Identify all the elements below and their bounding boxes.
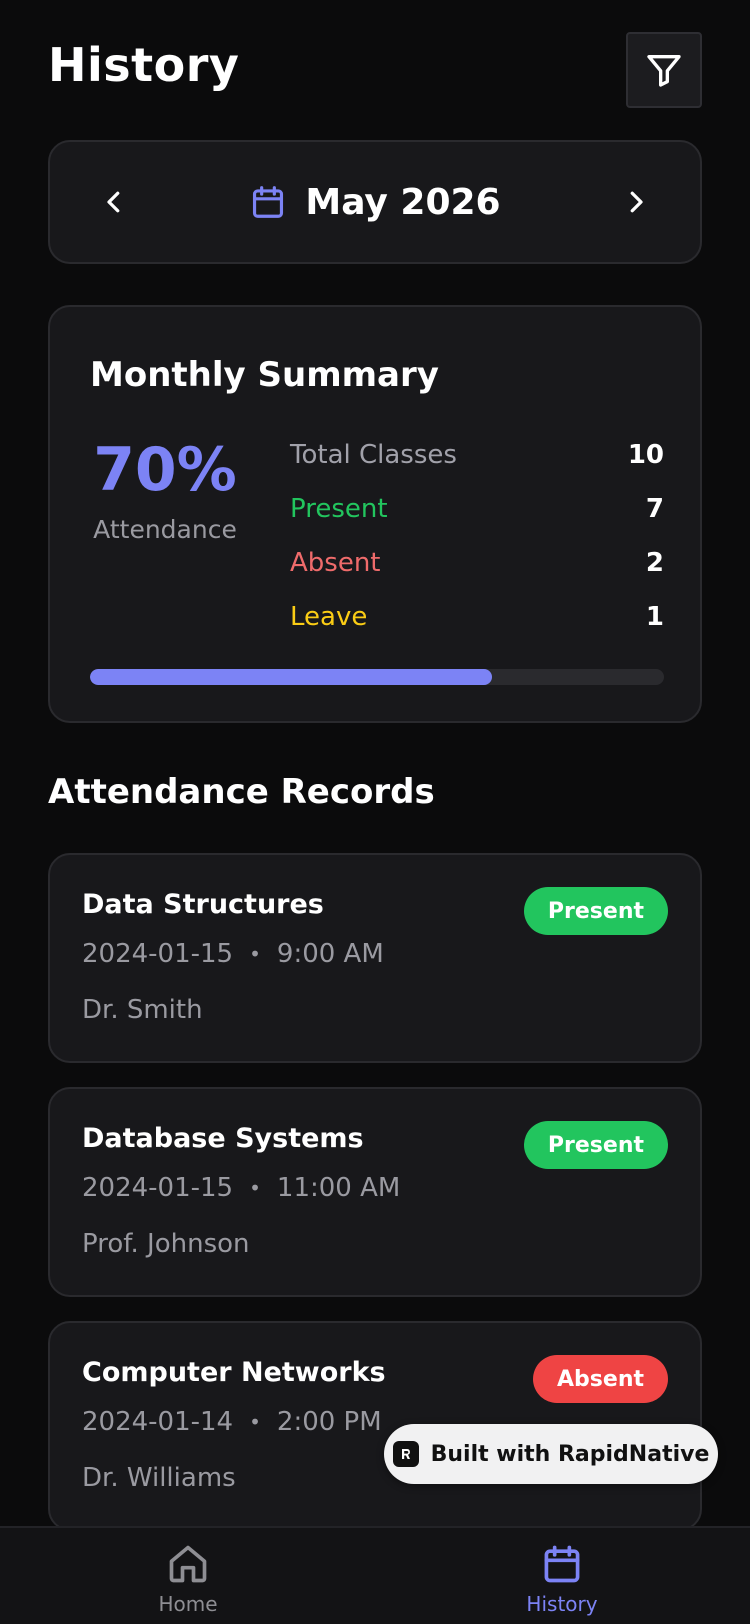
status-badge: Present <box>523 1121 668 1169</box>
watermark-label: Built with RapidNative <box>430 1441 710 1467</box>
stat-label: Total Classes <box>290 440 457 470</box>
stat-leave: Leave 1 <box>290 597 664 637</box>
separator-dot: • <box>249 1410 261 1434</box>
filter-button[interactable] <box>626 32 702 108</box>
record-subject: Data Structures <box>82 889 324 920</box>
record-date: 2024-01-15 <box>82 939 234 969</box>
month-selector: May 2026 <box>48 140 702 264</box>
calendar-icon <box>253 186 284 218</box>
stat-value: 7 <box>645 494 664 524</box>
stat-label: Absent <box>290 548 381 578</box>
separator-dot: • <box>249 942 261 966</box>
calendar-icon <box>544 1545 580 1583</box>
nav-home-label: Home <box>158 1592 218 1616</box>
history-screen: History May 2026 Monthly Summary 70% Att… <box>0 0 750 1624</box>
record-meta: 2024-01-14 • 2:00 PM <box>82 1407 382 1437</box>
stat-absent: Absent 2 <box>290 543 664 583</box>
filter-icon <box>647 55 681 87</box>
stat-value: 10 <box>627 440 664 470</box>
record-teacher: Prof. Johnson <box>82 1229 250 1259</box>
attendance-progress-bar <box>90 669 664 685</box>
stat-label: Leave <box>290 602 368 632</box>
status-badge: Present <box>523 887 668 935</box>
rapidnative-logo-icon <box>392 1441 419 1467</box>
records-section-title: Attendance Records <box>48 772 435 812</box>
nav-home[interactable]: Home <box>108 1542 268 1616</box>
month-display: May 2026 <box>50 178 700 226</box>
stat-value: 1 <box>645 602 664 632</box>
attendance-percent: 70% <box>93 435 237 505</box>
next-month-button[interactable] <box>616 182 656 222</box>
monthly-summary-card: Monthly Summary 70% Attendance Total Cla… <box>48 305 702 723</box>
stat-value: 2 <box>645 548 664 578</box>
attendance-progress-fill <box>90 669 492 685</box>
status-badge: Absent <box>533 1355 668 1403</box>
stat-present: Present 7 <box>290 489 664 529</box>
record-date: 2024-01-14 <box>82 1407 234 1437</box>
record-meta: 2024-01-15 • 11:00 AM <box>82 1173 400 1203</box>
record-time: 11:00 AM <box>276 1173 401 1203</box>
attendance-record[interactable]: Database Systems 2024-01-15 • 11:00 AM P… <box>48 1087 702 1297</box>
attendance-record[interactable]: Data Structures 2024-01-15 • 9:00 AM Dr.… <box>48 853 702 1063</box>
record-subject: Database Systems <box>82 1123 364 1154</box>
chevron-right-icon <box>630 191 643 213</box>
separator-dot: • <box>249 1176 261 1200</box>
record-date: 2024-01-15 <box>82 1173 234 1203</box>
record-teacher: Dr. Williams <box>82 1463 236 1493</box>
record-meta: 2024-01-15 • 9:00 AM <box>82 939 384 969</box>
stat-label: Present <box>290 494 388 524</box>
record-time: 2:00 PM <box>276 1407 382 1437</box>
record-subject: Computer Networks <box>82 1357 386 1388</box>
home-icon <box>169 1545 207 1583</box>
nav-history-label: History <box>526 1592 598 1616</box>
built-with-rapidnative-badge[interactable]: Built with RapidNative <box>384 1424 718 1484</box>
summary-title: Monthly Summary <box>90 355 439 395</box>
nav-history[interactable]: History <box>482 1542 642 1616</box>
attendance-percent-label: Attendance <box>93 515 237 544</box>
record-teacher: Dr. Smith <box>82 995 203 1025</box>
record-time: 9:00 AM <box>276 939 384 969</box>
stat-total-classes: Total Classes 10 <box>290 435 664 475</box>
bottom-navigation: Home History <box>0 1526 750 1624</box>
page-title: History <box>48 38 240 92</box>
month-label: May 2026 <box>305 181 501 223</box>
